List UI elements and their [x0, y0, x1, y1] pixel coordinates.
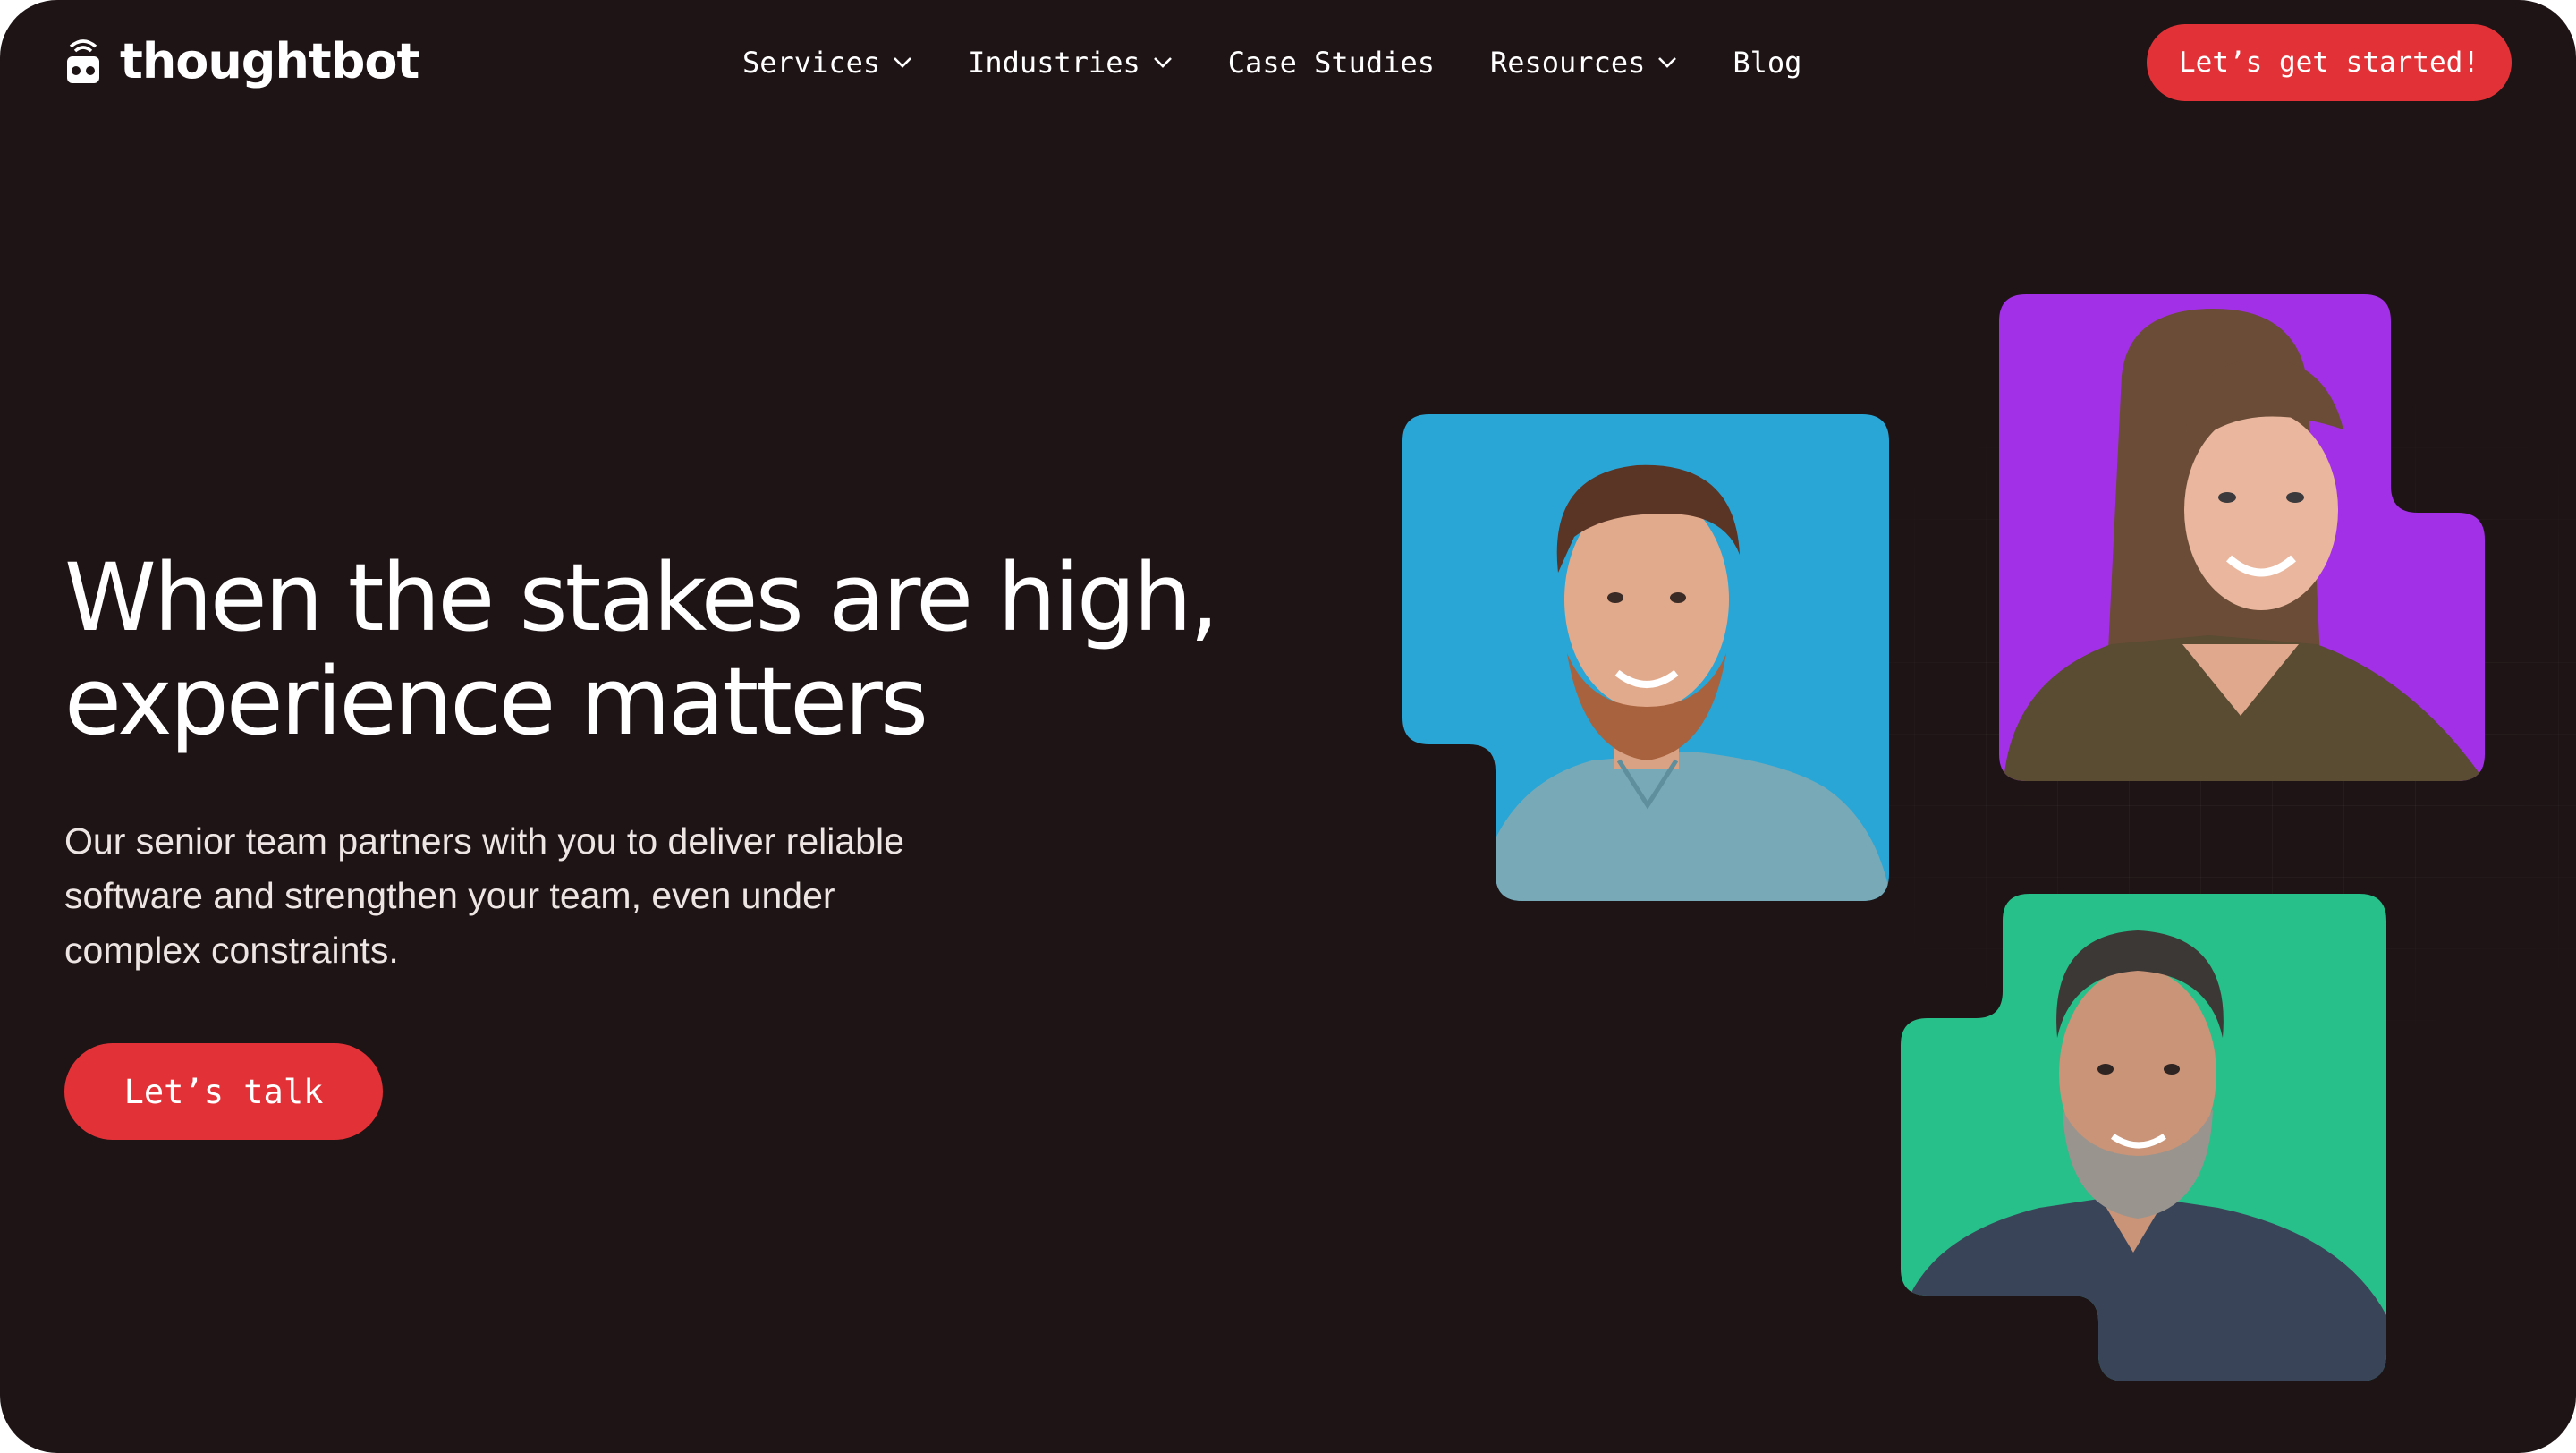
person-face [2184, 410, 2338, 610]
team-photo-blue [1402, 414, 1889, 901]
page-frame: thoughtbot Services Industries Case Stud… [0, 0, 2576, 1453]
team-photo-green [1901, 894, 2386, 1381]
team-photo-purple [1999, 294, 2485, 781]
team-photo-collage [1402, 294, 2485, 1381]
